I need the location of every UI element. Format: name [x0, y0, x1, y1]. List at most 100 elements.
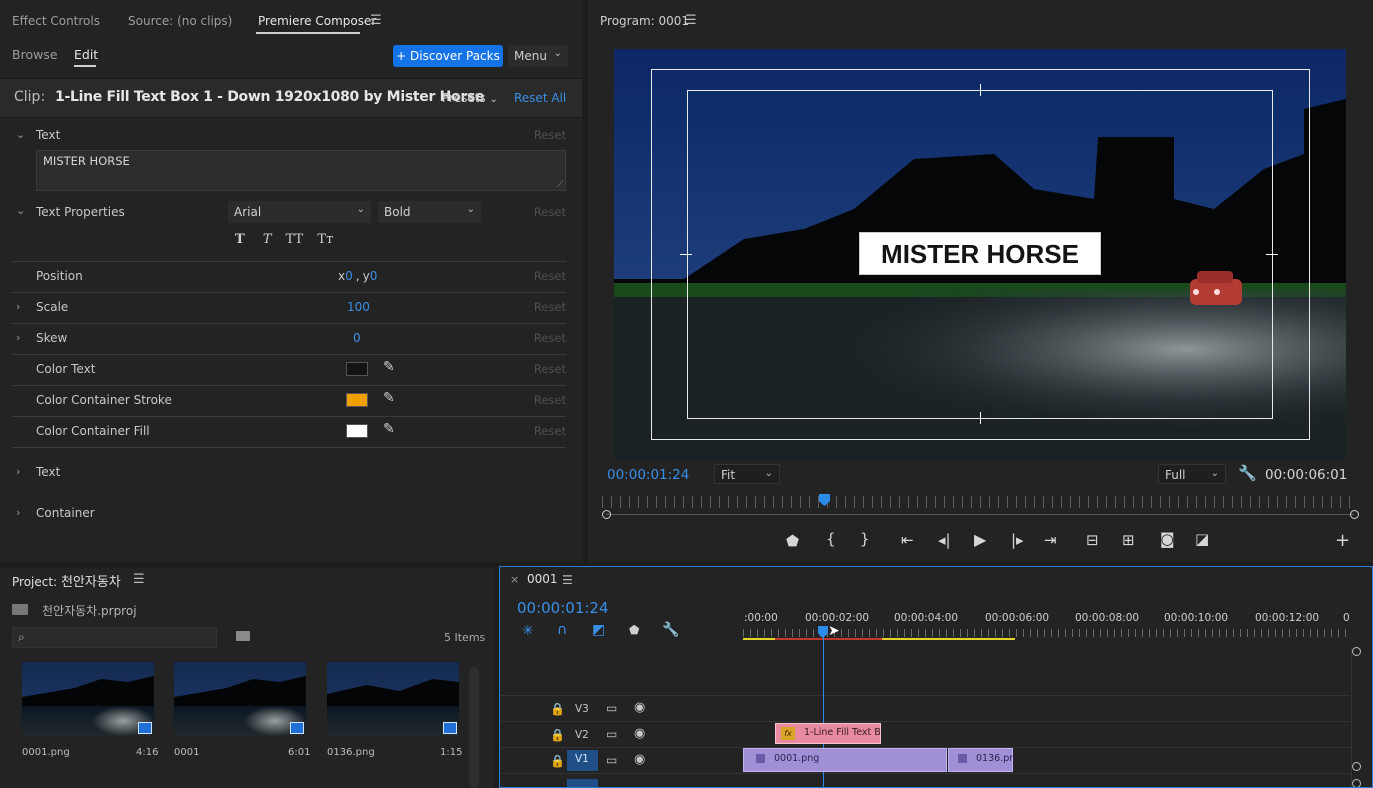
project-scrollbar[interactable] [469, 667, 479, 788]
quality-dropdown[interactable]: Full ⌄ [1158, 464, 1226, 484]
timeline-vertical-scrollbar[interactable] [1351, 647, 1361, 787]
track-target-a1[interactable] [567, 779, 598, 787]
eye-icon[interactable]: ◉ [634, 726, 645, 741]
reset-container-fill[interactable]: Reset [534, 424, 566, 438]
lock-icon[interactable]: 🔒 [550, 754, 565, 768]
wrench-icon[interactable]: 🔧 [1238, 464, 1257, 482]
scroll-handle-extra[interactable] [1352, 779, 1361, 787]
snap-magnet-icon[interactable]: ∩ [557, 622, 567, 638]
reset-all-link[interactable]: Reset All [514, 91, 566, 105]
chevron-right-icon[interactable]: › [16, 331, 20, 344]
panel-menu-icon[interactable]: ☰ [685, 13, 697, 28]
scroll-handle-top[interactable] [1352, 647, 1361, 656]
lift-icon[interactable]: ⊟ [1086, 531, 1099, 549]
project-search-input[interactable]: ⌕ [12, 627, 217, 648]
tab-premiere-composer[interactable]: Premiere Composer [258, 14, 376, 28]
eye-icon[interactable]: ◉ [634, 700, 645, 715]
add-marker-icon[interactable]: ⬟ [629, 623, 639, 637]
font-family-dropdown[interactable]: Arial ⌄ [228, 201, 371, 223]
position-x[interactable]: 0 [345, 269, 353, 283]
step-back-icon[interactable]: ◂| [938, 531, 951, 549]
container-group-label[interactable]: Container [36, 506, 95, 520]
add-button-icon[interactable]: + [1335, 530, 1350, 551]
position-value[interactable]: x0, y0 [338, 269, 377, 283]
all-caps-style-button[interactable]: TT [286, 232, 304, 247]
clip-v2-text-box[interactable]: fx 1-Line Fill Text B [775, 723, 881, 744]
scale-value[interactable]: 100 [347, 300, 370, 314]
program-video-frame[interactable]: MISTER HORSE [614, 49, 1346, 461]
panel-menu-icon[interactable]: ☰ [133, 572, 145, 587]
presets-dropdown[interactable]: Presets ⌄ [442, 91, 498, 105]
lock-icon[interactable]: 🔒 [550, 702, 565, 716]
eye-icon[interactable]: ◉ [634, 752, 645, 767]
lock-icon[interactable]: 🔒 [550, 728, 565, 742]
program-current-timecode[interactable]: 00:00:01:24 [607, 467, 689, 483]
panel-menu-icon[interactable]: ☰ [562, 573, 573, 587]
font-style-dropdown[interactable]: Bold ⌄ [378, 201, 481, 223]
reset-position[interactable]: Reset [534, 269, 566, 283]
reset-scale[interactable]: Reset [534, 300, 566, 314]
skew-value[interactable]: 0 [353, 331, 361, 345]
add-marker-icon[interactable]: ⬟ [786, 532, 799, 550]
thumb-0001-png[interactable] [22, 662, 154, 736]
bold-style-button[interactable]: T [235, 232, 245, 247]
mark-out-icon[interactable]: } [860, 530, 870, 548]
reset-color-text[interactable]: Reset [534, 362, 566, 376]
linked-selection-icon[interactable]: ◩ [592, 622, 605, 638]
chevron-right-icon[interactable]: › [16, 465, 20, 478]
reset-text-properties[interactable]: Reset [534, 205, 566, 219]
new-search-bin-icon[interactable] [236, 631, 250, 641]
position-y[interactable]: 0 [370, 269, 378, 283]
tab-effect-controls[interactable]: Effect Controls [12, 14, 100, 28]
sync-lock-icon[interactable]: ▭ [606, 753, 617, 767]
scrubber-start-handle[interactable] [602, 510, 611, 519]
subtab-browse[interactable]: Browse [12, 47, 58, 62]
resize-handle-icon[interactable]: ⟋ [557, 180, 563, 190]
scroll-handle-bottom[interactable] [1352, 762, 1361, 771]
tab-source[interactable]: Source: (no clips) [128, 14, 232, 28]
eyedropper-icon[interactable]: ✎ [383, 359, 395, 375]
play-icon[interactable]: ▶ [974, 530, 986, 549]
thumb-0001-sequence[interactable] [174, 662, 306, 736]
text-value-input[interactable]: MISTER HORSE ⟋ [36, 150, 566, 191]
panel-menu-icon[interactable]: ☰ [370, 13, 382, 28]
mark-in-icon[interactable]: { [826, 530, 836, 548]
program-scrubber-ticks[interactable] [602, 496, 1358, 508]
color-container-fill-swatch[interactable] [346, 424, 368, 438]
thumb-0136-png[interactable] [327, 662, 459, 736]
reset-text[interactable]: Reset [534, 128, 566, 142]
chevron-right-icon[interactable]: › [16, 506, 20, 519]
track-label-v3[interactable]: V3 [575, 703, 589, 715]
chevron-down-icon[interactable]: ⌄ [16, 128, 25, 141]
small-caps-style-button[interactable]: Tт [317, 232, 333, 247]
clip-v1-0136-png[interactable]: 0136.pn [948, 748, 1015, 772]
menu-dropdown[interactable]: Menu ⌄ [508, 45, 568, 67]
track-label-v2[interactable]: V2 [575, 729, 589, 741]
close-icon[interactable]: × [510, 573, 519, 586]
nest-sequence-icon[interactable]: ✳ [522, 623, 534, 639]
eyedropper-icon[interactable]: ✎ [383, 421, 395, 437]
timeline-tab-name[interactable]: 0001 [527, 572, 558, 586]
go-to-in-icon[interactable]: ⇤ [901, 531, 914, 549]
discover-packs-button[interactable]: + Discover Packs [393, 45, 503, 67]
export-frame-camera-icon[interactable]: ◙ [1160, 530, 1175, 548]
timeline-timecode[interactable]: 00:00:01:24 [517, 599, 609, 617]
eyedropper-icon[interactable]: ✎ [383, 390, 395, 406]
chevron-right-icon[interactable]: › [16, 300, 20, 313]
text-group-label[interactable]: Text [36, 465, 60, 479]
scrubber-end-handle[interactable] [1350, 510, 1359, 519]
sync-lock-icon[interactable]: ▭ [606, 701, 617, 715]
reset-skew[interactable]: Reset [534, 331, 566, 345]
subtab-edit[interactable]: Edit [74, 47, 98, 62]
color-container-stroke-swatch[interactable] [346, 393, 368, 407]
chevron-down-icon[interactable]: ⌄ [16, 204, 25, 217]
italic-style-button[interactable]: T [263, 232, 272, 247]
go-to-out-icon[interactable]: ⇥ [1044, 531, 1057, 549]
track-target-v1[interactable]: V1 [567, 750, 598, 771]
wrench-icon[interactable]: 🔧 [662, 622, 679, 638]
step-forward-icon[interactable]: |▸ [1011, 531, 1024, 549]
sync-lock-icon[interactable]: ▭ [606, 727, 617, 741]
reset-container-stroke[interactable]: Reset [534, 393, 566, 407]
color-text-swatch[interactable] [346, 362, 368, 376]
clip-v1-0001-png[interactable]: 0001.png [743, 748, 947, 772]
